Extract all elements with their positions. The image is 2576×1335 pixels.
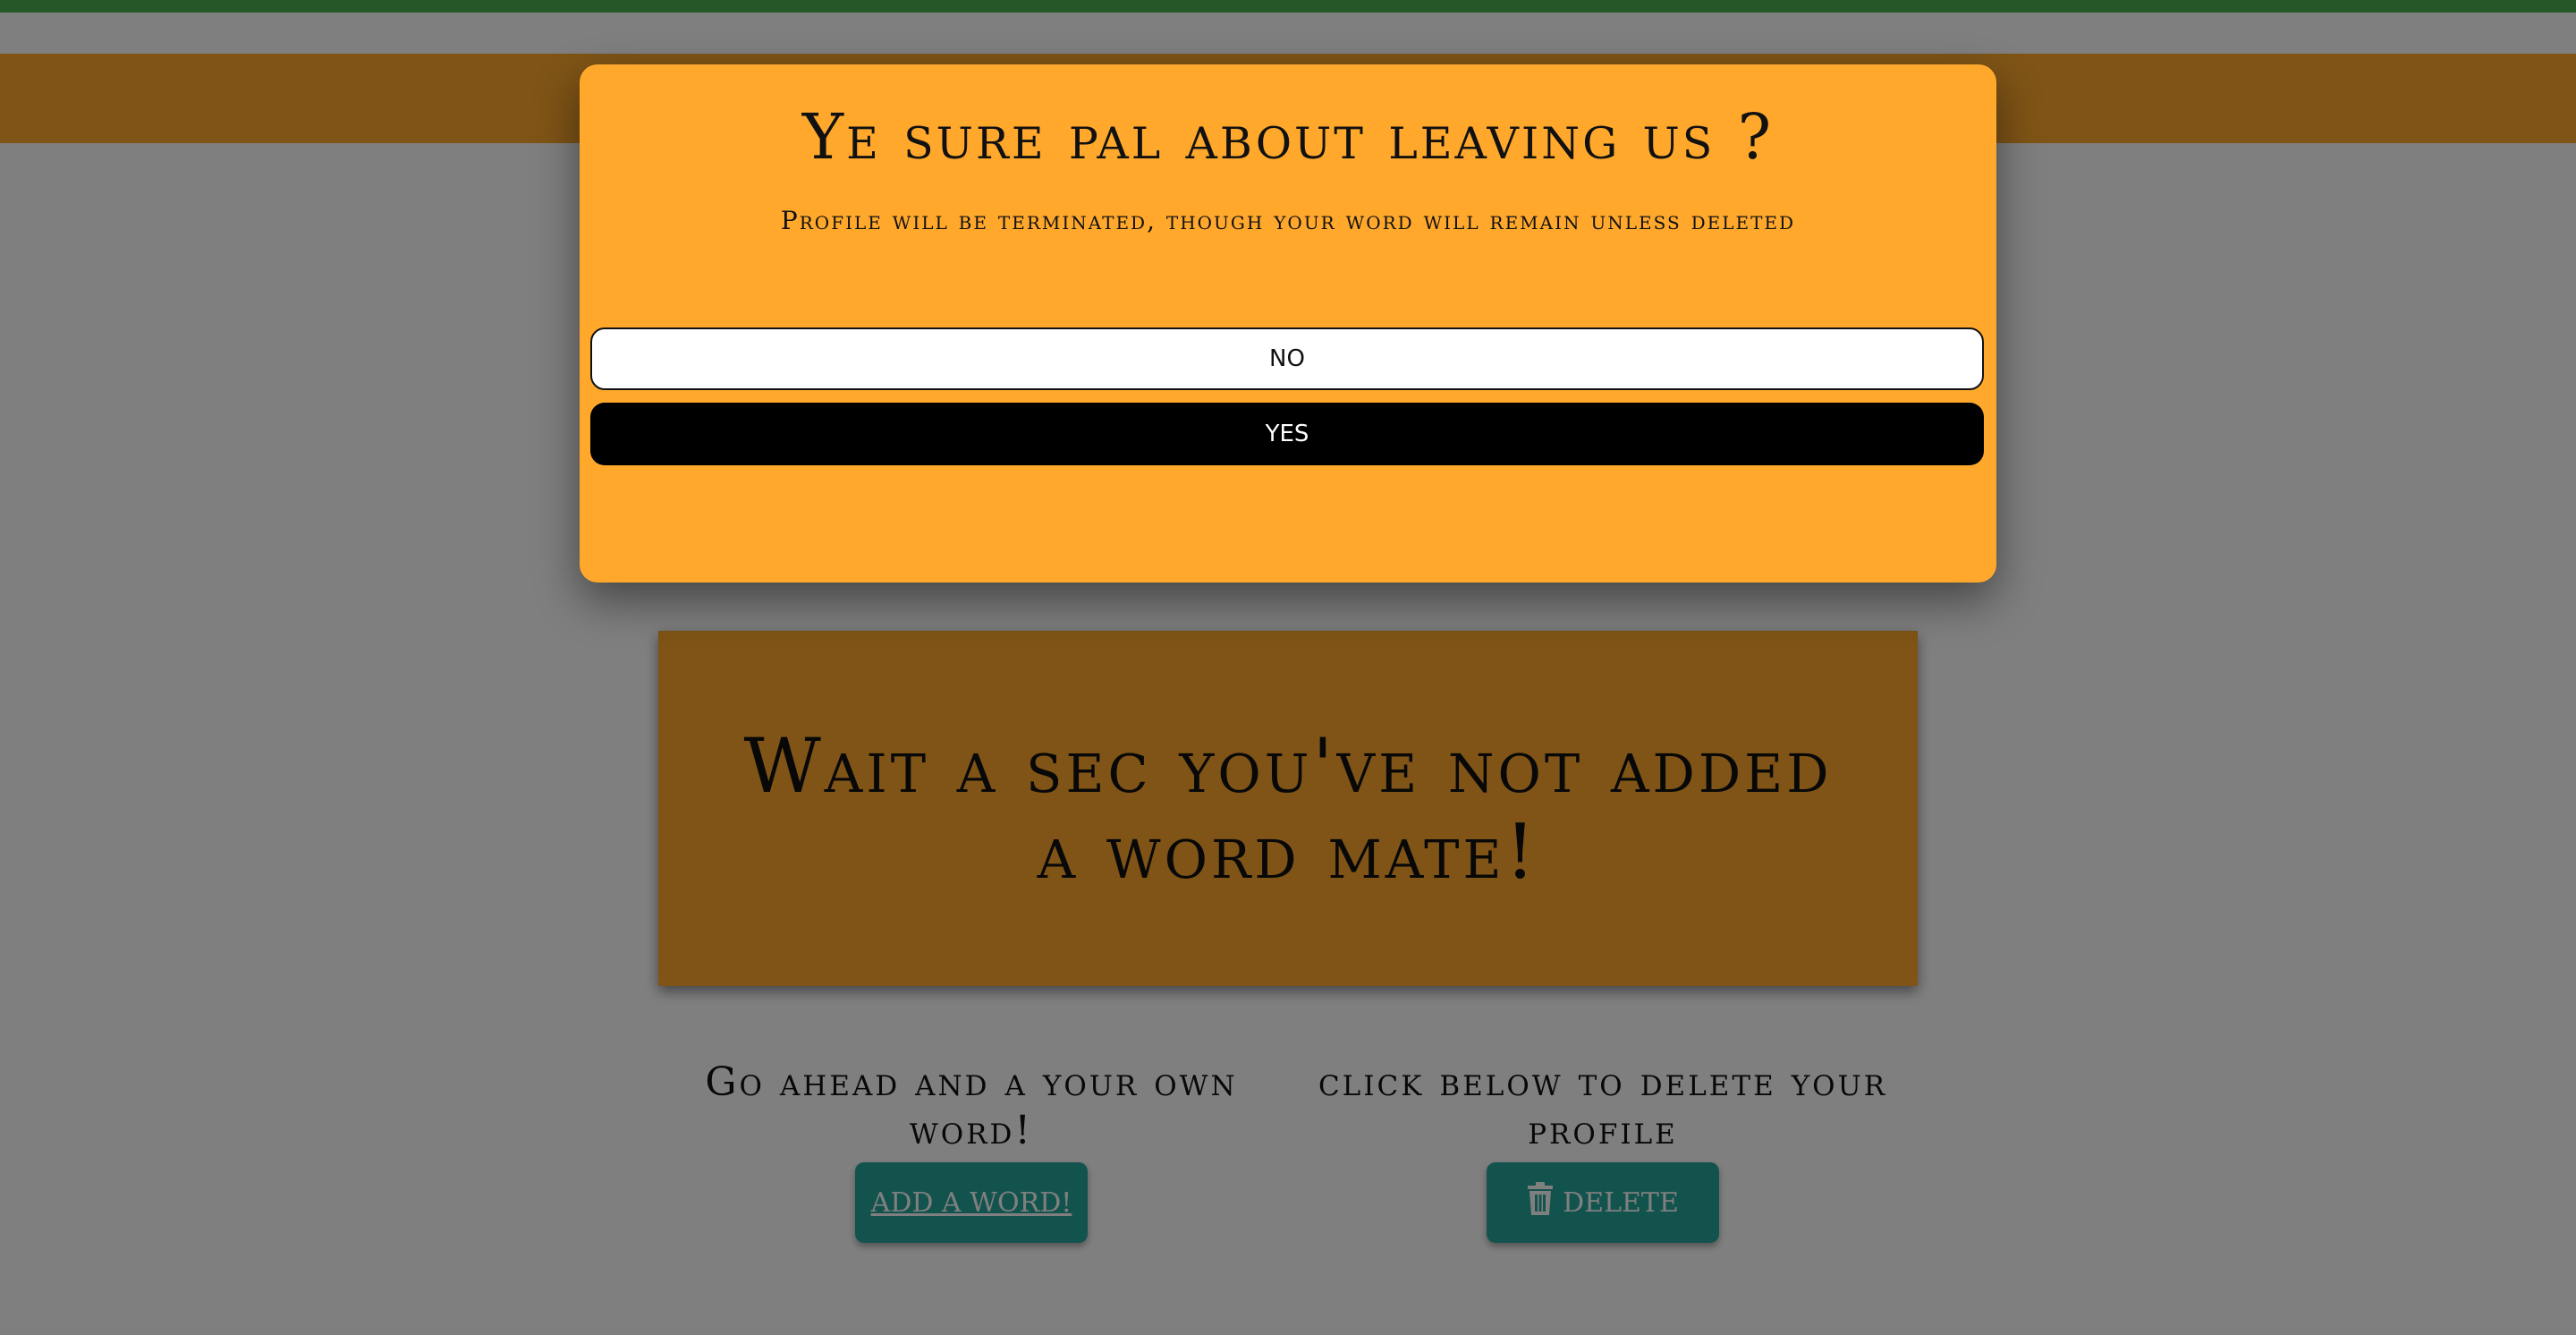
no-button[interactable]: NO (590, 327, 1984, 390)
yes-button[interactable]: YES (590, 403, 1984, 465)
dialog-message: Profile will be terminated, though your … (780, 206, 1796, 235)
confirm-leave-dialog: Ye sure pal about leaving us ? Profile w… (580, 64, 1996, 582)
dialog-title: Ye sure pal about leaving us ? (801, 100, 1775, 174)
